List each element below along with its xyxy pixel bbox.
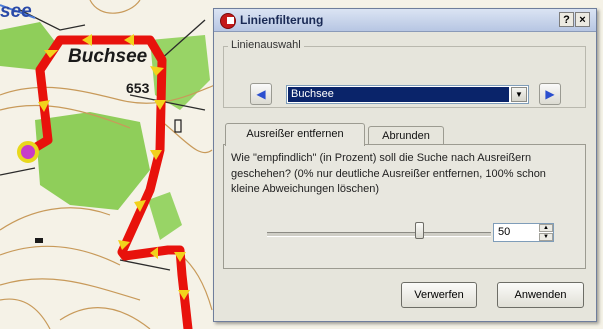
map-place-label: Buchsee <box>68 46 148 67</box>
map-elevation-label: 653 <box>126 80 150 96</box>
apply-button[interactable]: Anwenden <box>497 282 584 308</box>
line-selection-label: Linienauswahl <box>228 39 304 51</box>
spin-up-icon[interactable]: ▲ <box>539 224 553 232</box>
tab-remove-outliers[interactable]: Ausreißer entfernen <box>225 123 365 146</box>
discard-button[interactable]: Verwerfen <box>401 282 477 308</box>
dialog-titlebar[interactable]: Linienfilterung ? × <box>214 9 596 32</box>
sensitivity-slider-track[interactable] <box>267 232 491 237</box>
close-button[interactable]: × <box>575 12 590 27</box>
sensitivity-description: Wie "empfindlich" (in Prozent) soll die … <box>231 152 546 195</box>
chevron-down-icon[interactable]: ▼ <box>511 87 527 102</box>
spin-down-icon[interactable]: ▼ <box>539 233 553 241</box>
previous-line-button[interactable]: ◀ <box>250 83 272 105</box>
line-select-value: Buchsee <box>288 87 509 102</box>
tab-smoothing[interactable]: Abrunden <box>368 126 444 146</box>
triangle-right-icon: ▶ <box>545 87 555 101</box>
building-symbol <box>35 238 43 243</box>
triangle-left-icon: ◀ <box>256 87 266 101</box>
line-select[interactable]: Buchsee ▼ <box>286 85 529 104</box>
waypoint-marker[interactable] <box>17 141 39 163</box>
sensitivity-slider-thumb[interactable] <box>414 222 424 239</box>
map-place-label-partial: see <box>0 1 32 22</box>
line-filter-dialog: Linienfilterung ? × Linienauswahl ◀ Buch… <box>213 8 597 322</box>
sensitivity-spinbox-value: 50 <box>498 226 511 238</box>
dialog-title: Linienfilterung <box>240 13 324 27</box>
sensitivity-spinbox[interactable]: 50 ▲ ▼ <box>493 223 554 242</box>
help-button[interactable]: ? <box>559 12 574 27</box>
next-line-button[interactable]: ▶ <box>539 83 561 105</box>
app-icon <box>220 13 236 29</box>
